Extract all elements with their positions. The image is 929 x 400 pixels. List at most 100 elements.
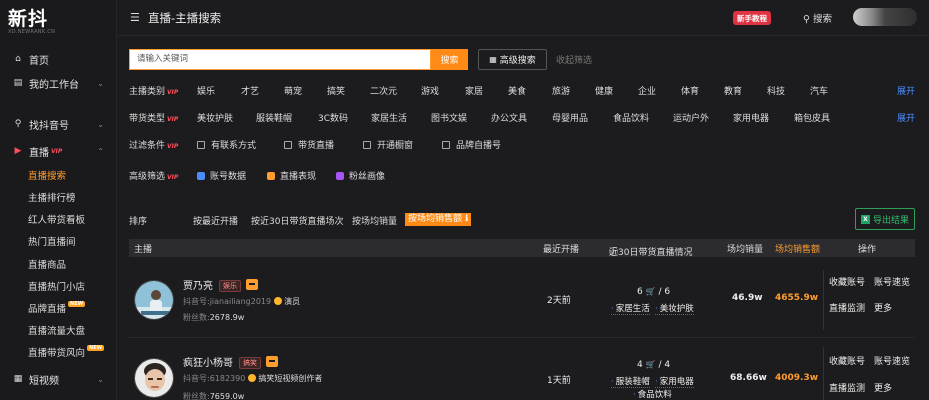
sort-30day-sessions[interactable]: 按近30日带货直播场次 — [251, 214, 343, 227]
checkbox-label: 带货直播 — [298, 141, 335, 151]
goods-category-link[interactable]: 食品饮料 — [633, 388, 672, 400]
expand-link[interactable]: 展开 — [897, 84, 915, 97]
sidebar-subitem-trend[interactable]: 直播带货风向 NEW — [28, 344, 105, 360]
more-button[interactable]: 更多 — [874, 301, 892, 314]
favorite-account-button[interactable]: 收藏账号 — [829, 275, 865, 288]
anchor-name[interactable]: 贾乃亮 — [183, 281, 213, 292]
sidebar-subitem-hot-shops[interactable]: 直播热门小店 — [28, 278, 85, 294]
anchor-name-line: 疯狂小杨哥 搞笑 — [183, 354, 278, 369]
goods-category-link[interactable]: 家用电器 — [655, 375, 694, 388]
goods-category-link[interactable]: 美妆护肤 — [655, 302, 694, 315]
anchor-avatar[interactable] — [134, 358, 174, 398]
sidebar-item-find-account[interactable]: ⚲ 找抖音号 ⌄ — [12, 115, 112, 133]
filter-option[interactable]: 游戏 — [421, 84, 439, 97]
checkbox-showcase[interactable]: 开通橱窗 — [363, 138, 413, 151]
advanced-live-performance[interactable]: 直播表现 — [267, 169, 316, 182]
filter-option[interactable]: 汽车 — [810, 84, 828, 97]
sidebar-item-home[interactable]: ⌂ 首页 — [12, 50, 112, 68]
search-button[interactable]: 搜索 — [431, 49, 468, 70]
filter-option[interactable]: 母婴用品 — [552, 111, 588, 124]
goods-category-link[interactable]: 服装鞋帽 — [611, 375, 650, 388]
favorite-account-button[interactable]: 收藏账号 — [829, 354, 865, 367]
sort-avg-sales[interactable]: 按场均销量 — [352, 214, 397, 227]
sidebar-subitem-traffic[interactable]: 直播流量大盘 — [28, 322, 85, 338]
filter-option[interactable]: 3C数码 — [318, 111, 348, 124]
advanced-search-button[interactable]: ▦ 高级搜索 — [478, 49, 547, 70]
sidebar-subitem-label: 直播带货风向 — [28, 348, 86, 359]
filter-option[interactable]: 才艺 — [241, 84, 259, 97]
top-search-button[interactable]: ⚲ 搜索 — [803, 11, 832, 25]
logo[interactable]: 新抖 XD.NEWRANK.CN — [8, 4, 55, 35]
expand-link[interactable]: 展开 — [897, 111, 915, 124]
menu-icon[interactable]: ☰ — [130, 11, 140, 24]
filter-option[interactable]: 家居生活 — [371, 111, 407, 124]
vip-badge: VIP — [51, 147, 63, 155]
sidebar-subitem-live-search[interactable]: 直播搜索 — [28, 167, 66, 183]
header-last-live[interactable]: 最近开播 — [543, 242, 579, 255]
filter-option[interactable]: 图书文娱 — [431, 111, 467, 124]
filter-option[interactable]: 二次元 — [370, 84, 397, 97]
live-monitor-button[interactable]: 直播监测 — [829, 301, 865, 314]
filter-option[interactable]: 体育 — [681, 84, 699, 97]
filter-option[interactable]: 美食 — [508, 84, 526, 97]
checkbox-live-selling[interactable]: 带货直播 — [284, 138, 334, 151]
filter-option[interactable]: 美妆护肤 — [197, 111, 233, 124]
avg-revenue: 4009.3w — [775, 373, 819, 383]
filter-option[interactable]: 食品饮料 — [613, 111, 649, 124]
filter-option[interactable]: 家居 — [465, 84, 483, 97]
checkbox-has-contact[interactable]: 有联系方式 — [197, 138, 256, 151]
sidebar-subitem-influencer-board[interactable]: 红人带货看板 — [28, 211, 85, 227]
more-button[interactable]: 更多 — [874, 381, 892, 394]
goods-category-link[interactable]: 家居生活 — [611, 302, 650, 315]
search-input[interactable]: 请输入关键词 — [129, 49, 431, 70]
filter-option[interactable]: 科技 — [767, 84, 785, 97]
chevron-up-icon: ⌃ — [97, 146, 104, 156]
anchor-avatar[interactable] — [134, 280, 174, 320]
anchor-name[interactable]: 疯狂小杨哥 — [183, 358, 233, 369]
newbie-guide-button[interactable]: 新手教程 — [733, 11, 771, 25]
avatar-image — [135, 359, 173, 397]
sidebar-item-workbench[interactable]: ▤ 我的工作台 ⌄ — [12, 74, 112, 92]
collapse-filters-link[interactable]: 收起筛选 — [556, 53, 592, 66]
filter-option[interactable]: 教育 — [724, 84, 742, 97]
header-avg-revenue[interactable]: 场均销售额 — [775, 242, 820, 255]
sidebar-subitem-hot-rooms[interactable]: 热门直播间 — [28, 233, 76, 249]
user-avatar[interactable] — [853, 8, 917, 26]
category-tag: 娱乐 — [219, 280, 241, 292]
filter-option[interactable]: 运动户外 — [673, 111, 709, 124]
filter-option[interactable]: 萌宠 — [284, 84, 302, 97]
advanced-fan-profile[interactable]: 粉丝画像 — [336, 169, 385, 182]
search-icon: ⚲ — [803, 14, 813, 25]
filter-option[interactable]: 箱包皮具 — [794, 111, 830, 124]
sidebar-subitem-live-goods[interactable]: 直播商品 — [28, 256, 66, 272]
live-ratio: 4 🛒 / 4 — [637, 360, 670, 370]
filter-option[interactable]: 健康 — [595, 84, 613, 97]
filter-option[interactable]: 办公文具 — [491, 111, 527, 124]
account-preview-button[interactable]: 账号速览 — [874, 354, 910, 367]
checkbox-brand-self[interactable]: 品牌自播号 — [442, 138, 501, 151]
filter-option[interactable]: 企业 — [638, 84, 656, 97]
export-button[interactable]: X 导出结果 — [855, 208, 915, 230]
logo-subtext: XD.NEWRANK.CN — [8, 29, 56, 35]
filter-option[interactable]: 旅游 — [552, 84, 570, 97]
header-avg-sales[interactable]: 场均销量 — [727, 242, 763, 255]
filter-option[interactable]: 搞笑 — [327, 84, 345, 97]
filter-row-advanced: 高级筛选 VIP 账号数据 直播表现 粉丝画像 — [129, 169, 915, 183]
sidebar-subitem-brand-live[interactable]: 品牌直播 NEW — [28, 300, 86, 316]
fans-value: 2678.9w — [209, 313, 245, 322]
sort-recent-live[interactable]: 按最近开播 — [193, 214, 238, 227]
sidebar-item-short-video[interactable]: ▦ 短视频 ⌄ — [12, 370, 112, 388]
filter-option[interactable]: 家用电器 — [733, 111, 769, 124]
sort-label: 排序 — [129, 217, 148, 227]
sidebar-subitem-anchor-rank[interactable]: 主播排行榜 — [28, 189, 76, 205]
logo-text: 新抖 — [8, 8, 49, 30]
avg-revenue: 4655.9w — [775, 293, 819, 303]
advanced-account-data[interactable]: 账号数据 — [197, 169, 246, 182]
live-monitor-button[interactable]: 直播监测 — [829, 381, 865, 394]
sort-avg-revenue[interactable]: 按场均销售额 ℹ — [405, 213, 472, 226]
filter-option[interactable]: 娱乐 — [197, 84, 215, 97]
sidebar-item-live[interactable]: ▶ 直播 VIP ⌃ — [12, 142, 112, 160]
account-preview-button[interactable]: 账号速览 — [874, 275, 910, 288]
vip-badge: VIP — [167, 143, 179, 150]
filter-option[interactable]: 服装鞋帽 — [256, 111, 292, 124]
